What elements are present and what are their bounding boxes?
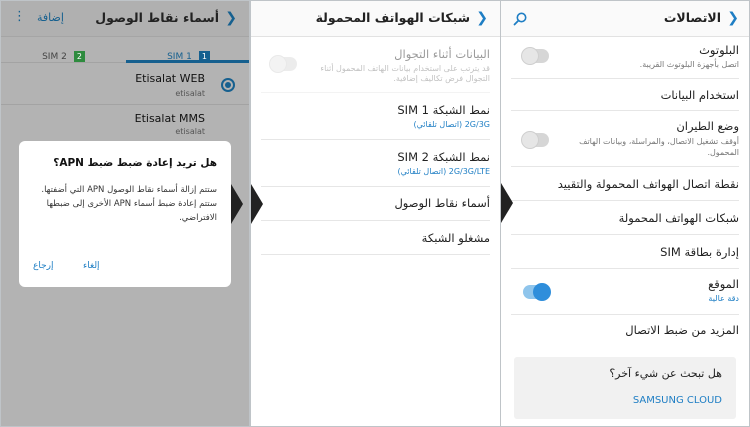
apn-header: ❮ أسماء نقاط الوصول إضافة ⋮	[1, 1, 249, 37]
data-roaming-item[interactable]: البيانات أثناء التجوال قد يترتب على استخ…	[261, 41, 490, 93]
flow-arrow-icon	[231, 184, 243, 224]
location-item[interactable]: الموقع دقة عالية	[511, 269, 739, 315]
list-item[interactable]: Etisalat MMS etisalat	[1, 105, 249, 143]
page-title: شبكات الهواتف المحمولة	[315, 10, 470, 25]
data-roaming-toggle[interactable]	[269, 55, 297, 73]
sim1-badge-icon: 1	[198, 51, 210, 62]
mobile-networks-header: ❮ شبكات الهواتف المحمولة	[251, 1, 500, 37]
back-chevron-icon[interactable]: ❮	[727, 10, 739, 26]
sim-manager-item[interactable]: إدارة بطاقة SIM	[511, 235, 739, 269]
tab-sim2[interactable]: SIM 2 2	[1, 37, 126, 63]
connections-panel: ❮ الاتصالات البلوتوث اتصل بأجهزة البلوتو…	[500, 0, 750, 427]
bluetooth-item[interactable]: البلوتوث اتصل بأجهزة البلوتوث القريبة.	[511, 37, 739, 79]
back-chevron-icon[interactable]: ❮	[476, 10, 488, 26]
dialog-reset-button[interactable]: إرجاع	[33, 261, 54, 271]
sim2-badge-icon: 2	[73, 51, 85, 62]
more-connection-settings-item[interactable]: المزيد من ضبط الاتصال	[511, 315, 739, 349]
connections-header: ❮ الاتصالات	[501, 1, 749, 37]
apn-panel: ❮ أسماء نقاط الوصول إضافة ⋮ SIM 2 2 SIM …	[0, 0, 250, 427]
data-usage-item[interactable]: استخدام البيانات	[511, 79, 739, 111]
dialog-message: ستتم إزالة أسماء نقاط الوصول APN التي أض…	[41, 185, 217, 223]
search-icon[interactable]	[513, 11, 527, 26]
page-title: أسماء نقاط الوصول	[95, 10, 219, 25]
access-point-names-item[interactable]: أسماء نقاط الوصول	[261, 187, 490, 221]
page-title: الاتصالات	[663, 10, 721, 25]
suggestion-question: هل تبحث عن شيء آخر؟	[609, 367, 722, 380]
mobile-networks-item[interactable]: شبكات الهواتف المحمولة	[511, 201, 739, 235]
bluetooth-toggle[interactable]	[521, 47, 549, 65]
apn-radio-selected[interactable]	[221, 78, 235, 92]
mobile-networks-panel: ❮ شبكات الهواتف المحمولة البيانات أثناء …	[250, 0, 501, 427]
list-item[interactable]: Etisalat WEB etisalat	[1, 65, 249, 105]
reset-apn-dialog: هل تريد إعادة ضبط ضبط APN؟ ستتم إزالة أس…	[19, 141, 231, 287]
hotspot-tethering-item[interactable]: نقطة اتصال الهواتف المحمولة والتقييد	[511, 167, 739, 201]
more-options-icon[interactable]: ⋮	[13, 9, 26, 24]
dialog-cancel-button[interactable]: إلغاء	[83, 261, 100, 271]
dialog-title: هل تريد إعادة ضبط ضبط APN؟	[53, 157, 217, 169]
flow-arrow-icon	[501, 183, 513, 223]
sim1-network-mode-item[interactable]: نمط الشبكة SIM 1 2G/3G (اتصال تلقائي)	[261, 93, 490, 140]
airplane-mode-toggle[interactable]	[521, 131, 549, 149]
sim2-network-mode-item[interactable]: نمط الشبكة SIM 2 2G/3G/LTE (اتصال تلقائي…	[261, 140, 490, 187]
sim-tabs: SIM 2 2 SIM 1 1	[1, 37, 249, 63]
samsung-cloud-link[interactable]: SAMSUNG CLOUD	[633, 395, 722, 406]
airplane-mode-item[interactable]: وضع الطيران أوقف تشغيل الاتصال، والمراسل…	[511, 111, 739, 167]
suggestion-card: هل تبحث عن شيء آخر؟ SAMSUNG CLOUD	[514, 357, 736, 419]
back-chevron-icon[interactable]: ❮	[225, 10, 237, 26]
add-apn-button[interactable]: إضافة	[37, 11, 64, 24]
tab-sim1[interactable]: SIM 1 1	[126, 37, 249, 63]
location-toggle[interactable]	[523, 283, 551, 301]
network-operators-item[interactable]: مشغلو الشبكة	[261, 221, 490, 255]
flow-arrow-icon	[251, 184, 263, 224]
